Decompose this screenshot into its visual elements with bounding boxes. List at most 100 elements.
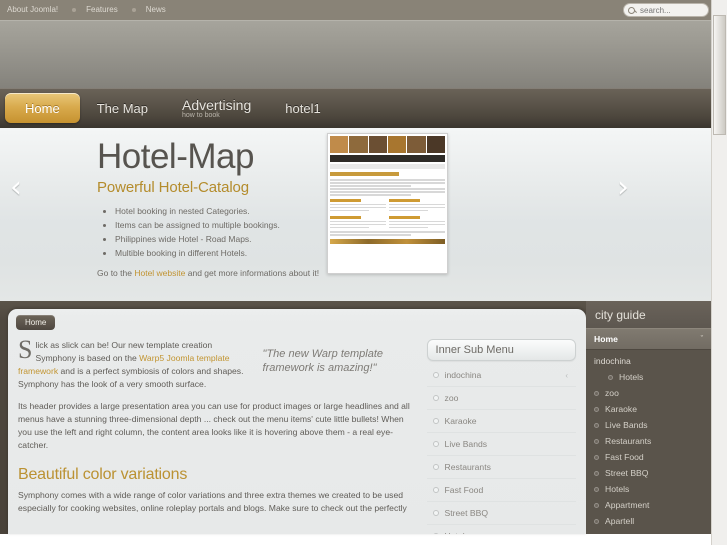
- scrollbar-thumb[interactable]: [713, 15, 726, 135]
- item-label: Hotels: [605, 484, 630, 494]
- item-label: Live Bands: [444, 439, 488, 449]
- thumbnail-photo-strip: [330, 136, 445, 153]
- inner-sub-menu-title: Inner Sub Menu: [426, 339, 576, 361]
- top-nav-links: About Joomla! Features News: [4, 0, 173, 20]
- main-navigation: Home The Map Advertising how to book hot…: [0, 88, 727, 128]
- sidebar-item-karaoke[interactable]: Karaoke: [586, 401, 711, 417]
- top-link-news[interactable]: News: [143, 0, 173, 20]
- sidebar-group-indochina[interactable]: indochina: [586, 350, 711, 369]
- item-label: Hotels: [445, 531, 469, 534]
- inner-sub-menu-item-restaurants[interactable]: Restaurants: [426, 456, 576, 479]
- sidebar-item-live-bands[interactable]: Live Bands: [586, 417, 711, 433]
- sidebar-item-tourist-police[interactable]: Tourist Police: [586, 529, 711, 534]
- site-header-banner: [0, 20, 727, 88]
- search-box[interactable]: [623, 3, 709, 17]
- sidebar-item-apartell[interactable]: Apartell: [586, 513, 711, 529]
- content-panel: Home "The new Warp template framework is…: [8, 309, 586, 534]
- main-article-column: "The new Warp template framework is amaz…: [18, 335, 427, 534]
- breadcrumb[interactable]: Home: [16, 315, 56, 330]
- search-icon: [628, 6, 635, 14]
- bullet-icon: [608, 374, 613, 380]
- hero-thumbnail-image[interactable]: [327, 133, 448, 274]
- bullet-icon: [594, 406, 599, 412]
- bullet-icon: [594, 470, 599, 476]
- dot-separator-icon: [131, 8, 136, 12]
- bullet-icon: [594, 486, 599, 492]
- bullet-icon: [594, 422, 599, 428]
- sidebar-item-street-bbq[interactable]: Street BBQ: [586, 465, 711, 481]
- bullet-icon: [594, 390, 599, 396]
- inner-sub-menu-list: indochina ‹ zoo Karaoke Live Bands Resta…: [426, 364, 576, 534]
- inner-sub-menu-column: Inner Sub Menu indochina ‹ zoo Karaoke L…: [426, 339, 576, 534]
- item-label: zoo: [605, 388, 619, 398]
- item-label: Karaoke: [605, 404, 638, 414]
- thumbnail-footer: [330, 238, 445, 244]
- hero-banner: ‹ › Hotel-Map Powerful Hotel-Catalog Hot…: [0, 128, 727, 301]
- bullet-icon: [432, 441, 439, 447]
- bullet-icon: [432, 487, 439, 493]
- section-heading: Beautiful color variations: [18, 466, 188, 483]
- item-label: zoo: [444, 393, 459, 403]
- hero-footer-suffix: and get more informations about it!: [185, 268, 320, 278]
- sidebar-item-restaurants[interactable]: Restaurants: [586, 433, 711, 449]
- top-utility-bar: About Joomla! Features News ▲: [0, 0, 727, 20]
- sidebar-title-city-guide: city guide: [586, 301, 711, 328]
- nav-item-advertising[interactable]: Advertising how to book: [165, 93, 268, 123]
- right-sidebar: city guide Home ˇ indochina Hotels zoo K…: [586, 301, 711, 534]
- bullet-icon: [594, 502, 599, 508]
- item-label: Appartment: [605, 500, 650, 510]
- inner-sub-menu-item-fast-food[interactable]: Fast Food: [426, 479, 576, 502]
- hero-next-arrow-icon[interactable]: ›: [611, 173, 635, 203]
- sidebar-item-hotels-nested[interactable]: Hotels: [586, 369, 711, 385]
- sidebar-item-home[interactable]: Home ˇ: [586, 328, 711, 350]
- bullet-icon: [432, 418, 439, 424]
- item-label: Fast Food: [605, 452, 644, 462]
- nav-item-label: Home: [25, 100, 60, 116]
- inner-sub-menu-item-zoo[interactable]: zoo: [426, 387, 576, 410]
- item-label: Hotels: [619, 372, 644, 382]
- item-label: Fast Food: [444, 485, 484, 495]
- nav-item-home[interactable]: Home: [5, 93, 80, 123]
- bullet-icon: [432, 395, 439, 401]
- bullet-icon: [594, 518, 599, 524]
- third-paragraph: Symphony comes with a wide range of colo…: [18, 490, 407, 513]
- item-label: indochina: [444, 370, 482, 380]
- sidebar-item-zoo[interactable]: zoo: [586, 385, 711, 401]
- nav-item-label: The Map: [96, 100, 148, 116]
- nav-item-the-map[interactable]: The Map: [80, 93, 165, 123]
- bullet-icon: [432, 372, 439, 378]
- item-label: Street BBQ: [605, 468, 649, 478]
- hero-prev-arrow-icon[interactable]: ‹: [4, 173, 28, 203]
- page-body: Home "The new Warp template framework is…: [0, 301, 727, 534]
- inner-sub-menu-item-karaoke[interactable]: Karaoke: [426, 410, 576, 433]
- hero-website-link[interactable]: Hotel website: [134, 268, 185, 278]
- sidebar-item-fast-food[interactable]: Fast Food: [586, 449, 711, 465]
- item-label: Live Bands: [605, 420, 648, 430]
- bullet-icon: [594, 454, 599, 460]
- nav-item-hotel1[interactable]: hotel1: [268, 93, 337, 123]
- inner-sub-menu-item-live-bands[interactable]: Live Bands: [426, 433, 576, 456]
- sidebar-item-appartment[interactable]: Appartment: [586, 497, 711, 513]
- nav-item-label: hotel1: [285, 100, 321, 116]
- pull-quote: "The new Warp template framework is amaz…: [262, 348, 384, 374]
- sidebar-menu-list: Hotels zoo Karaoke Live Bands Restaurant…: [586, 369, 711, 534]
- sidebar-home-label: Home: [594, 334, 618, 344]
- top-link-about-joomla[interactable]: About Joomla!: [4, 0, 65, 20]
- hero-footer-prefix: Go to the: [97, 268, 135, 278]
- bullet-icon: [594, 438, 599, 444]
- top-link-features[interactable]: Features: [83, 0, 125, 20]
- item-label: Tourist Police: [605, 532, 656, 534]
- dot-separator-icon: [72, 8, 77, 12]
- bullet-icon: [432, 464, 439, 470]
- nav-item-label: Advertising: [182, 97, 252, 113]
- search-input[interactable]: [640, 5, 702, 15]
- bullet-icon: [432, 533, 439, 534]
- browser-scrollbar[interactable]: [711, 0, 727, 545]
- item-label: Apartell: [605, 516, 635, 526]
- inner-sub-menu-item-hotels[interactable]: Hotels: [427, 525, 576, 534]
- inner-sub-menu-item-indochina[interactable]: indochina ‹: [426, 364, 576, 387]
- drop-cap: S: [18, 335, 33, 364]
- sidebar-item-hotels[interactable]: Hotels: [586, 481, 711, 497]
- item-label: Restaurants: [605, 436, 652, 446]
- inner-sub-menu-item-street-bbq[interactable]: Street BBQ: [426, 502, 576, 525]
